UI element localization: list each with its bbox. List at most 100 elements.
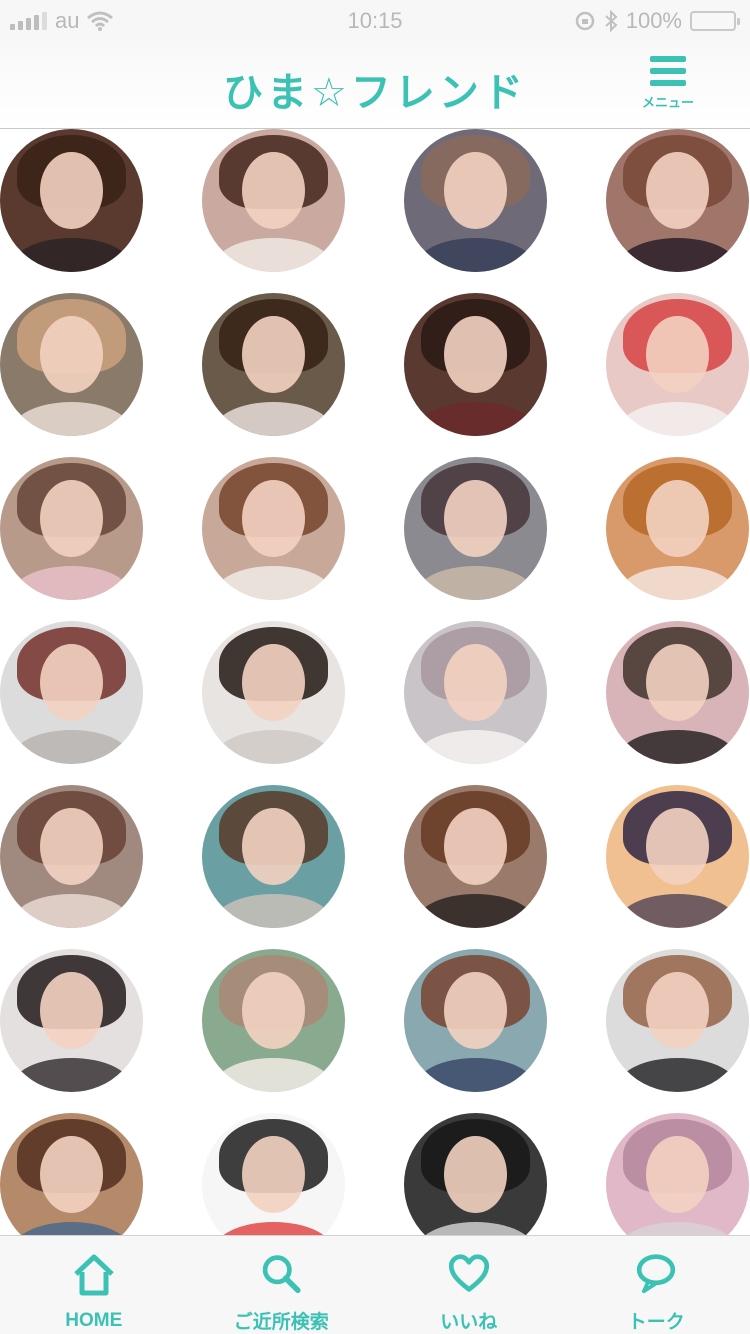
avatar-face [242, 151, 305, 230]
tab-home[interactable]: HOME [0, 1236, 188, 1334]
avatar-face [646, 1135, 709, 1214]
avatar-face [444, 315, 507, 394]
battery-icon [690, 11, 740, 31]
avatar-clothes [415, 565, 536, 600]
avatar-clothes [415, 401, 536, 436]
avatar-face [242, 315, 305, 394]
avatar-face [444, 1135, 507, 1214]
avatar-clothes [617, 565, 738, 600]
profile-avatar[interactable] [202, 457, 345, 600]
profile-avatar[interactable] [202, 129, 345, 272]
avatar-clothes [213, 401, 334, 436]
tab-talk[interactable]: トーク [563, 1236, 750, 1334]
avatar-face [242, 971, 305, 1050]
profile-avatar[interactable] [0, 457, 143, 600]
avatar-face [40, 479, 103, 558]
avatar-clothes [213, 565, 334, 600]
avatar-face [40, 151, 103, 230]
profile-avatar[interactable] [606, 949, 749, 1092]
avatar-face [242, 1135, 305, 1214]
avatar-face [646, 479, 709, 558]
avatar-clothes [11, 237, 132, 272]
avatar-face [40, 315, 103, 394]
menu-label: メニュー [641, 95, 694, 110]
profile-avatar[interactable] [606, 785, 749, 928]
tab-label: トーク [627, 1312, 685, 1333]
profile-avatar[interactable] [0, 293, 143, 436]
profile-grid [0, 129, 750, 1235]
tab-bar: HOME ご近所検索 いいね トーク [0, 1235, 750, 1334]
avatar-face [40, 807, 103, 886]
battery-percent: 100% [625, 8, 682, 33]
avatar-face [646, 151, 709, 230]
avatar-face [444, 151, 507, 230]
profile-avatar[interactable] [202, 293, 345, 436]
menu-button[interactable]: メニュー [638, 52, 698, 114]
avatar-face [444, 807, 507, 886]
avatar-face [646, 807, 709, 886]
profile-avatar[interactable] [202, 785, 345, 928]
avatar-face [646, 971, 709, 1050]
profile-avatar[interactable] [606, 129, 749, 272]
avatar-clothes [11, 893, 132, 928]
avatar-clothes [617, 893, 738, 928]
profile-avatar[interactable] [202, 949, 345, 1092]
profile-avatar[interactable] [606, 457, 749, 600]
profile-avatar[interactable] [0, 1113, 143, 1235]
avatar-clothes [415, 1221, 536, 1235]
avatar-clothes [617, 401, 738, 436]
avatar-face [444, 643, 507, 722]
avatar-clothes [11, 729, 132, 764]
app-header: ひま☆フレンド メニュー [0, 40, 750, 129]
avatar-face [444, 971, 507, 1050]
bluetooth-icon [605, 10, 618, 32]
app-screen: au 10:15 100% ひま☆フレンド メニュー HOME ご近所検索 いい… [0, 0, 750, 1334]
avatar-clothes [213, 729, 334, 764]
avatar-face [444, 479, 507, 558]
chat-icon [637, 1254, 676, 1294]
tab-label: ご近所検索 [233, 1312, 329, 1333]
avatar-face [242, 479, 305, 558]
profile-avatar[interactable] [202, 621, 345, 764]
avatar-face [40, 1135, 103, 1214]
avatar-clothes [415, 1057, 536, 1092]
avatar-face [242, 807, 305, 886]
tab-label: HOME [65, 1310, 123, 1331]
avatar-clothes [213, 893, 334, 928]
profile-avatar[interactable] [404, 457, 547, 600]
profile-avatar[interactable] [404, 1113, 547, 1235]
profile-avatar[interactable] [404, 949, 547, 1092]
profile-avatar[interactable] [0, 621, 143, 764]
profile-avatar[interactable] [404, 785, 547, 928]
hamburger-icon [650, 56, 686, 86]
avatar-clothes [617, 1221, 738, 1235]
heart-icon [448, 1254, 489, 1292]
profile-avatar[interactable] [606, 293, 749, 436]
avatar-face [242, 643, 305, 722]
avatar-clothes [213, 237, 334, 272]
avatar-clothes [11, 1221, 132, 1235]
profile-avatar[interactable] [0, 129, 143, 272]
profile-avatar[interactable] [606, 621, 749, 764]
profile-avatar[interactable] [404, 293, 547, 436]
avatar-clothes [213, 1221, 334, 1235]
avatar-clothes [415, 729, 536, 764]
profile-avatar[interactable] [0, 949, 143, 1092]
avatar-clothes [415, 237, 536, 272]
avatar-clothes [617, 1057, 738, 1092]
profile-avatar[interactable] [202, 1113, 345, 1235]
search-icon [263, 1255, 301, 1294]
tab-nearby-search[interactable]: ご近所検索 [188, 1236, 376, 1334]
avatar-clothes [617, 729, 738, 764]
tab-label: いいね [440, 1312, 498, 1333]
profile-avatar[interactable] [404, 129, 547, 272]
avatar-clothes [11, 401, 132, 436]
status-bar: au 10:15 100% [0, 0, 750, 40]
avatar-clothes [617, 237, 738, 272]
avatar-clothes [213, 1057, 334, 1092]
profile-avatar[interactable] [0, 785, 143, 928]
profile-avatar[interactable] [606, 1113, 749, 1235]
profile-avatar[interactable] [404, 621, 547, 764]
tab-likes[interactable]: いいね [375, 1236, 563, 1334]
avatar-clothes [11, 1057, 132, 1092]
